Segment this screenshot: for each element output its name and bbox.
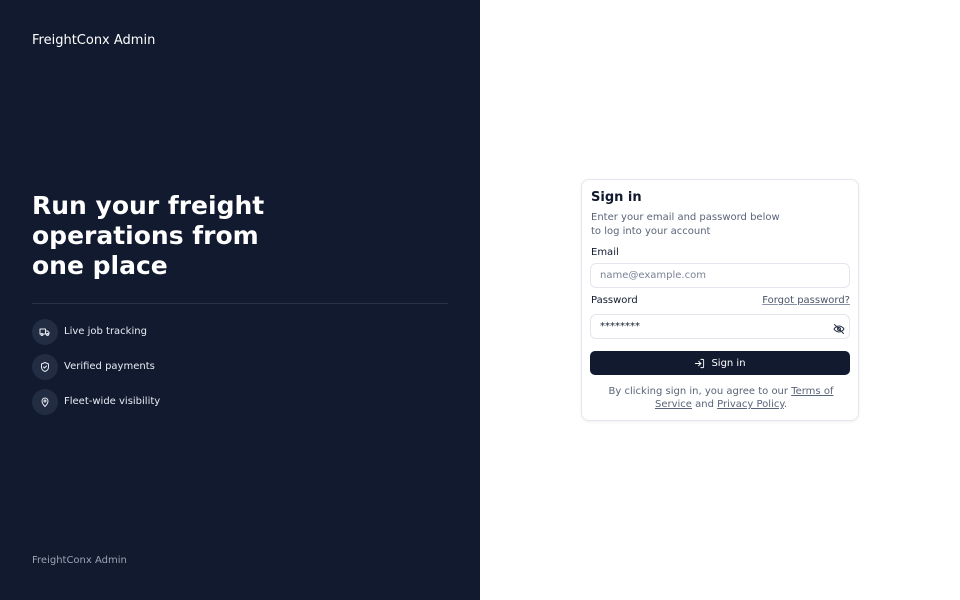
hero-headline: Run your freight operations from one pla… <box>32 191 265 280</box>
eye-off-icon[interactable] <box>833 320 845 334</box>
log-in-icon <box>694 354 705 373</box>
email-label: Email <box>591 247 619 258</box>
feature-label: Live job tracking <box>64 326 147 337</box>
forgot-password-link[interactable]: Forgot password? <box>762 295 850 306</box>
feature-label: Fleet-wide visibility <box>64 396 161 407</box>
truck-icon <box>32 318 58 345</box>
shield-check-icon <box>32 353 58 380</box>
footer-brand: FreightConx Admin <box>32 555 127 566</box>
privacy-policy-link[interactable]: Privacy Policy <box>717 399 784 410</box>
terms-and: and <box>691 399 718 410</box>
feature-list: Live job tracking Verified payments Flee… <box>32 318 160 423</box>
feature-label: Verified payments <box>64 361 155 372</box>
map-pin-icon <box>32 388 58 415</box>
terms-notice: By clicking sign in, you agree to our Te… <box>596 385 846 411</box>
password-field[interactable] <box>590 314 850 339</box>
feature-item: Fleet-wide visibility <box>32 388 160 415</box>
brand-name: FreightConx Admin <box>32 33 156 48</box>
email-field[interactable] <box>590 263 850 288</box>
signin-card: Sign in Enter your email and password be… <box>581 179 859 421</box>
terms-suffix: . <box>783 399 788 410</box>
brand-panel: FreightConx Admin Run your freight opera… <box>0 0 480 600</box>
feature-item: Live job tracking <box>32 318 160 345</box>
signin-button-label: Sign in <box>711 357 746 369</box>
feature-item: Verified payments <box>32 353 160 380</box>
signin-button[interactable]: Sign in <box>590 351 850 375</box>
terms-prefix: By clicking sign in, you agree to our <box>608 386 792 397</box>
signin-title: Sign in <box>591 190 642 205</box>
signin-subtitle: Enter your email and password below to l… <box>591 212 780 237</box>
divider <box>32 303 448 304</box>
password-label: Password <box>591 295 638 306</box>
